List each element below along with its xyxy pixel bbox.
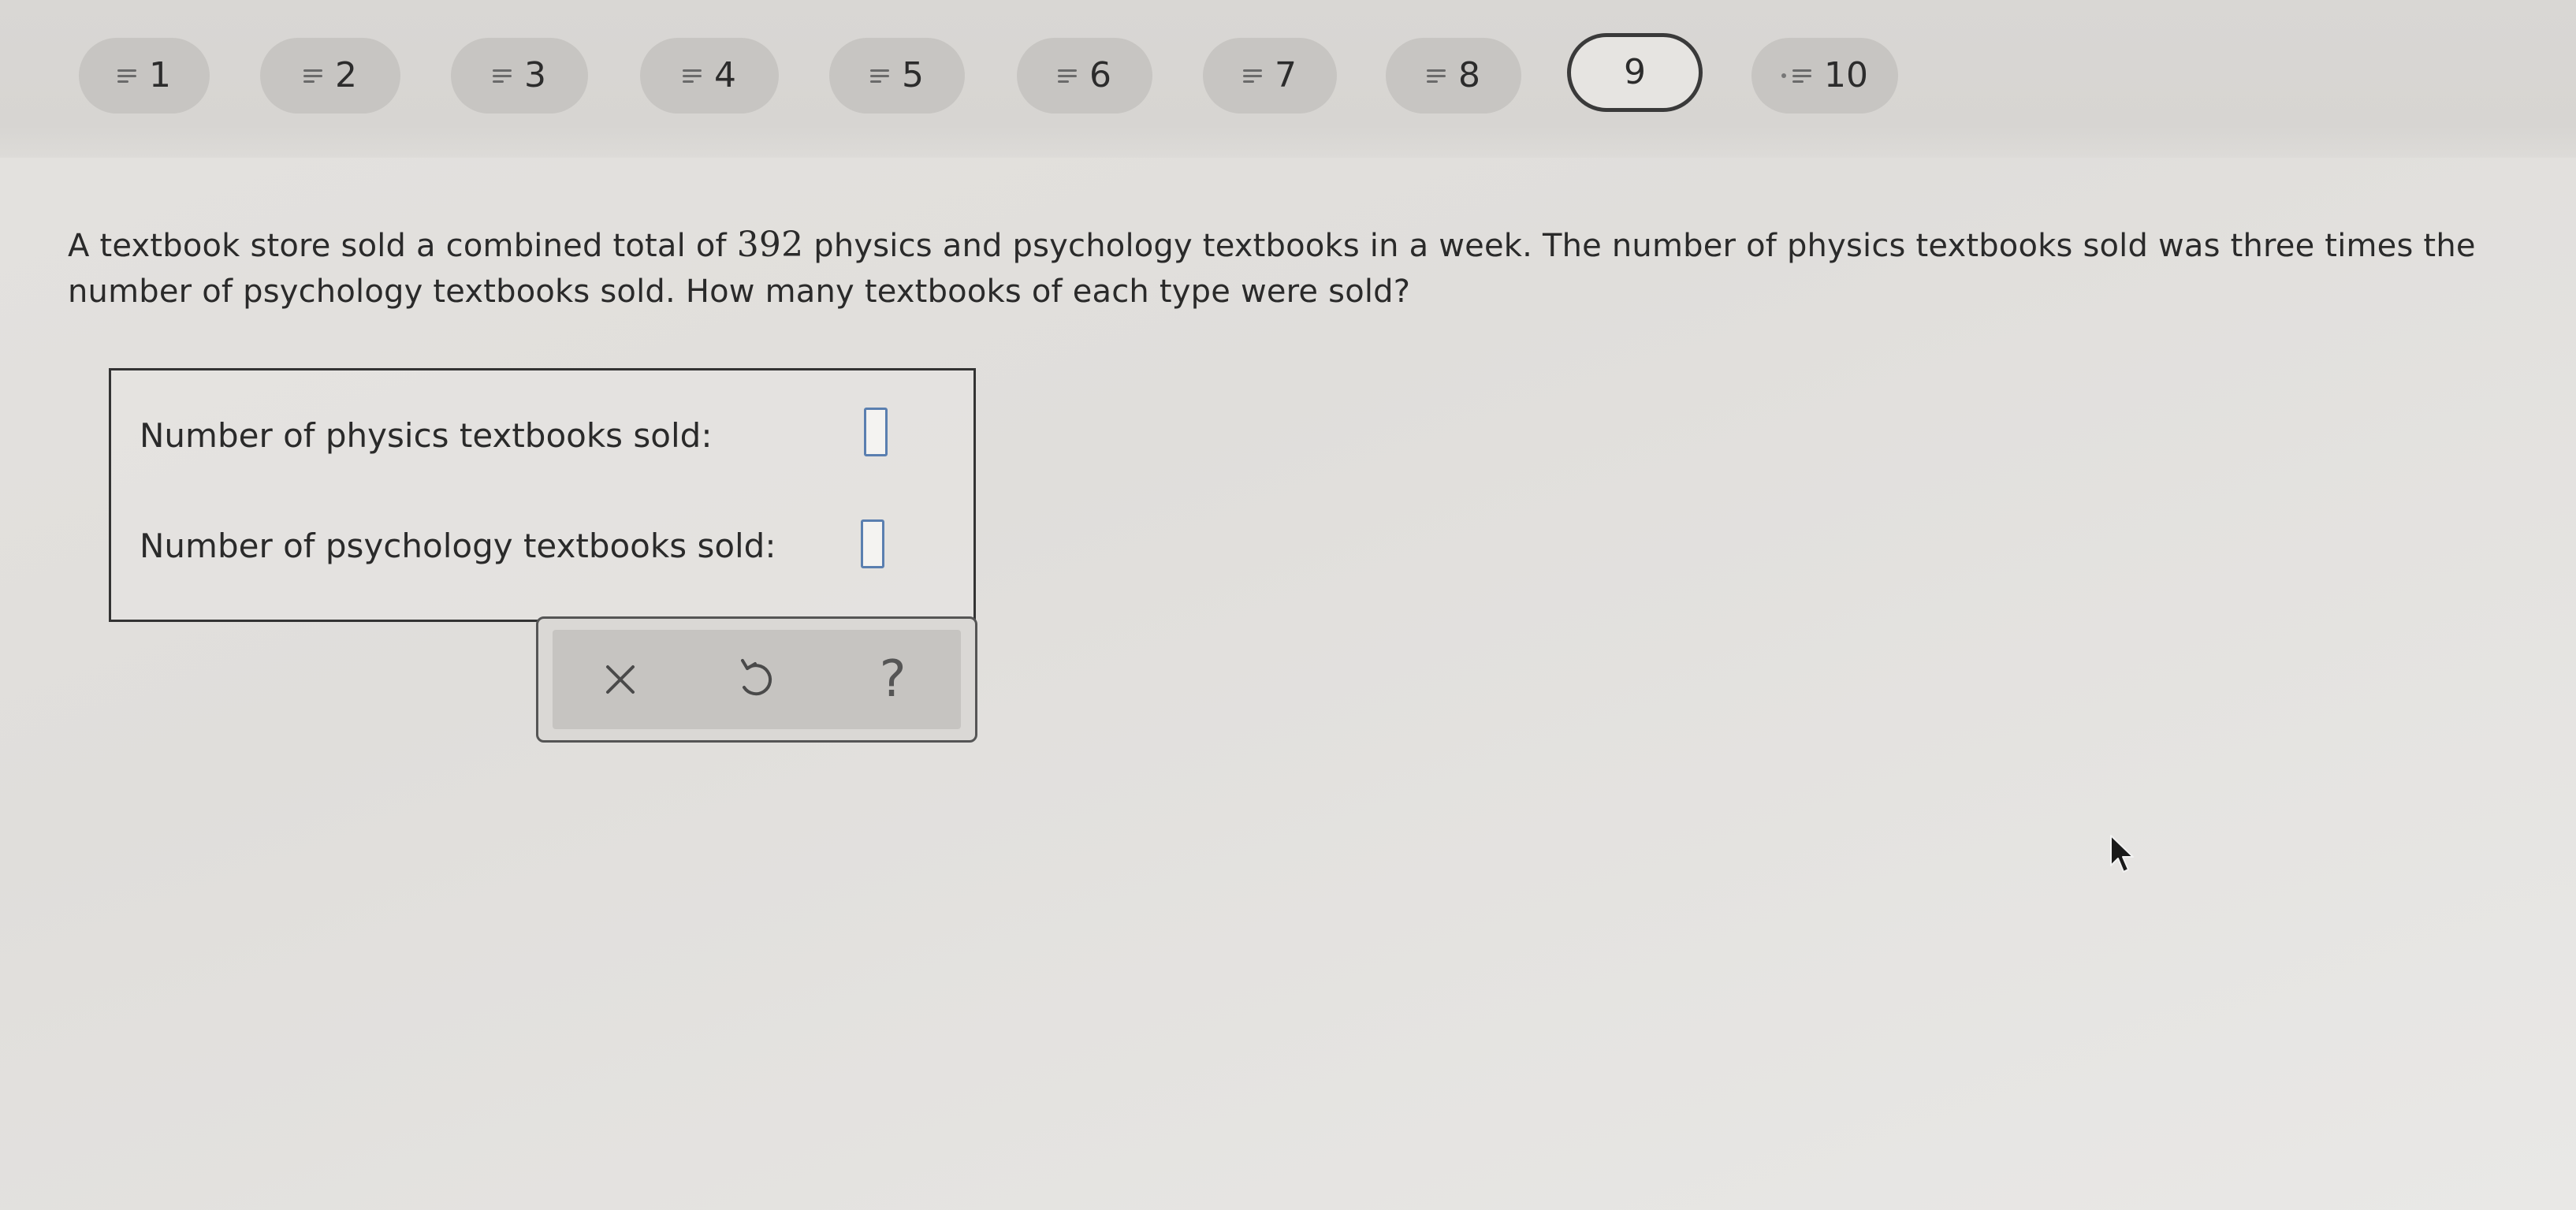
tool-tray-inner: ? (553, 630, 961, 729)
problem-total: 392 (736, 225, 804, 265)
question-5-button[interactable]: 5 (829, 38, 965, 114)
question-4-button[interactable]: 4 (640, 38, 779, 114)
undo-button[interactable] (725, 648, 788, 711)
help-icon: ? (879, 650, 906, 709)
answered-lines-icon (303, 69, 324, 83)
question-10-button[interactable]: 10 (1751, 38, 1898, 114)
dot-icon (1781, 73, 1786, 78)
question-8-button[interactable]: 8 (1386, 38, 1521, 114)
question-number: 9 (1624, 52, 1646, 92)
question-number: 1 (149, 55, 171, 95)
answered-lines-icon (1792, 69, 1813, 83)
answered-lines-icon (870, 69, 891, 83)
question-number: 5 (902, 55, 924, 95)
tool-tray: ? (536, 616, 977, 743)
question-number: 6 (1089, 55, 1111, 95)
question-number: 10 (1824, 55, 1868, 95)
problem-text-before: A textbook store sold a combined total o… (68, 228, 737, 264)
x-icon (606, 665, 635, 694)
help-button[interactable]: ? (862, 648, 925, 711)
physics-input[interactable] (864, 408, 888, 456)
problem-text: A textbook store sold a combined total o… (68, 222, 2574, 315)
question-number: 2 (335, 55, 357, 95)
psychology-answer-row: Number of psychology textbooks sold: (140, 527, 776, 565)
question-2-button[interactable]: 2 (260, 38, 400, 114)
physics-answer-row: Number of physics textbooks sold: (140, 416, 712, 455)
psychology-input[interactable] (861, 519, 884, 568)
answered-lines-icon (1243, 69, 1264, 83)
question-9-button[interactable]: 9 (1567, 33, 1703, 112)
question-number: 3 (524, 55, 546, 95)
undo-icon (740, 659, 772, 696)
clear-button[interactable] (589, 648, 652, 711)
question-number: 8 (1458, 55, 1480, 95)
answered-lines-icon (1427, 69, 1447, 83)
question-number: 7 (1275, 55, 1297, 95)
question-6-button[interactable]: 6 (1017, 38, 1152, 114)
physics-label: Number of physics textbooks sold: (140, 416, 713, 455)
question-7-button[interactable]: 7 (1203, 38, 1337, 114)
psychology-label: Number of psychology textbooks sold: (140, 527, 776, 565)
question-3-button[interactable]: 3 (451, 38, 588, 114)
question-number: 4 (714, 55, 736, 95)
answered-lines-icon (683, 69, 703, 83)
mouse-cursor-icon (2109, 834, 2138, 878)
question-1-button[interactable]: 1 (79, 38, 210, 114)
answer-panel: Number of physics textbooks sold: Number… (109, 368, 976, 622)
answered-lines-icon (493, 69, 513, 83)
answered-lines-icon (117, 69, 138, 83)
question-nav: 1 2 3 4 5 6 7 8 9 10 (0, 0, 2576, 158)
answered-lines-icon (1058, 69, 1078, 83)
